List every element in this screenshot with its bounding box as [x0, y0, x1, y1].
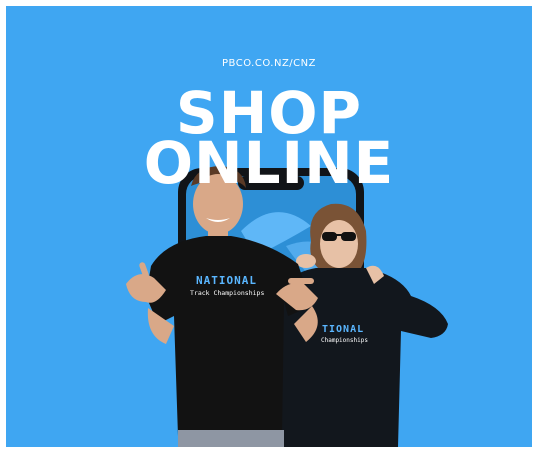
headline-online: ONLINE — [143, 129, 395, 197]
tshirt-print-subtitle: Track Championships — [190, 289, 265, 297]
models-illustration — [126, 166, 448, 447]
hoodie-print-subtitle: Championships — [321, 337, 368, 344]
hoodie-print-title: TIONAL — [322, 324, 365, 335]
tshirt-print-title: NATIONAL — [196, 274, 257, 287]
shop-online-banner[interactable]: PBCO.CO.NZ/CNZ SHOP ONLINE NATIONAL Trac… — [6, 6, 532, 447]
